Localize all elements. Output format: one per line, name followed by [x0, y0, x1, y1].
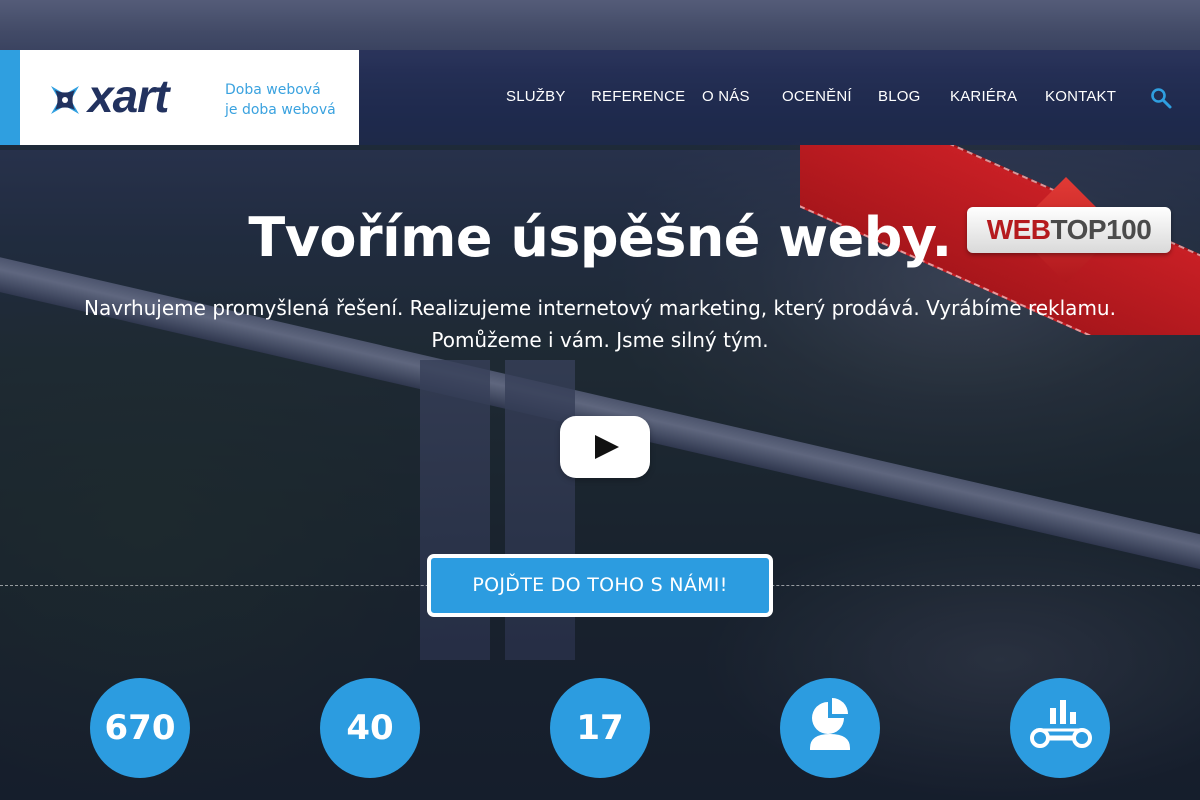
- stat-label: …: [572, 790, 591, 800]
- hero-title: Tvoříme úspěšné weby.: [248, 206, 952, 269]
- nav-item-kontakt[interactable]: KONTAKT: [1045, 88, 1116, 105]
- stat-number: 17: [576, 708, 624, 748]
- stat-label: …: [806, 790, 825, 800]
- stat-number: 670: [104, 708, 176, 748]
- nav-item-kariera[interactable]: KARIÉRA: [950, 88, 1017, 105]
- stat-bubble-projects: 670: [90, 678, 190, 778]
- stat-bubble-years: 17: [550, 678, 650, 778]
- nav-item-oceneni[interactable]: OCENĚNÍ: [782, 88, 852, 105]
- stat-bubble-people: 40: [320, 678, 420, 778]
- stat-label: …: [346, 790, 365, 800]
- analytics-icon: [1030, 700, 1092, 748]
- cta-button[interactable]: POJĎTE DO TOHO S NÁMI!: [427, 554, 773, 617]
- nav-item-blog[interactable]: BLOG: [878, 88, 920, 105]
- team-chart-icon: [810, 698, 850, 750]
- search-icon[interactable]: [1149, 86, 1173, 110]
- main-navigation: SLUŽBY REFERENCE O NÁS OCENĚNÍ BLOG KARI…: [0, 88, 1200, 110]
- hero-subtitle-line-2: Pomůžeme i vám. Jsme silný tým.: [431, 328, 769, 352]
- stat-bubble-analytics: [1010, 678, 1110, 778]
- video-play-button[interactable]: [560, 416, 650, 478]
- play-icon: [595, 435, 619, 459]
- nav-item-reference[interactable]: REFERENCE: [591, 88, 685, 105]
- stat-bubble-team: [780, 678, 880, 778]
- hero-subtitle: Navrhujeme promyšlená řešení. Realizujem…: [60, 292, 1140, 356]
- stat-label: …: [1036, 790, 1055, 800]
- hero-subtitle-line-1: Navrhujeme promyšlená řešení. Realizujem…: [84, 296, 1116, 320]
- nav-item-sluzby[interactable]: SLUŽBY: [506, 88, 566, 105]
- stat-label: …: [118, 790, 137, 800]
- nav-item-o-nas[interactable]: O NÁS: [702, 88, 750, 105]
- stat-number: 40: [346, 708, 394, 748]
